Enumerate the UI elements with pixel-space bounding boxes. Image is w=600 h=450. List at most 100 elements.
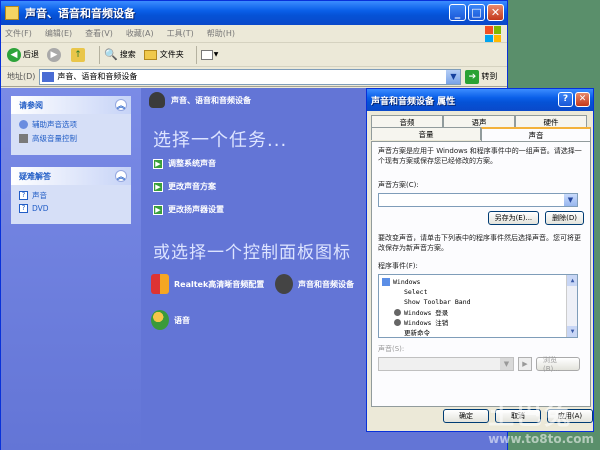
up-folder-icon: ↑ xyxy=(71,47,85,62)
speaker-icon xyxy=(275,274,293,294)
list-item[interactable]: Windows 注销 xyxy=(382,317,574,327)
back-arrow-icon: ◀ xyxy=(7,47,21,62)
dialog-titlebar[interactable]: 声音和音频设备 属性 ? ✕ xyxy=(367,89,593,111)
chevron-down-icon[interactable]: ▼ xyxy=(500,358,513,370)
tab-sounds[interactable]: 声音 xyxy=(481,127,591,141)
scheme-description: 声音方案是应用于 Windows 和程序事件中的一组声音。请选择一个现有方案或保… xyxy=(378,147,582,165)
cp-icon-sound-devices[interactable]: 声音和音频设备 xyxy=(275,274,354,294)
link-label: 辅助声音选项 xyxy=(32,120,77,129)
watermark-line1: 土巴兔 xyxy=(488,401,573,431)
list-scrollbar[interactable]: ▲ ▼ xyxy=(566,275,577,337)
address-dropdown-icon[interactable]: ▼ xyxy=(446,69,461,84)
close-button[interactable]: ✕ xyxy=(487,4,504,21)
maximize-button[interactable]: □ xyxy=(468,4,485,21)
list-item[interactable]: Show Toolbar Band xyxy=(382,297,574,307)
help-button[interactable]: ? xyxy=(558,92,573,107)
sidebar-link-dvd-help[interactable]: ? DVD xyxy=(19,204,123,213)
task-change-sound-scheme[interactable]: ▶ 更改声音方案 xyxy=(153,181,216,192)
go-arrow-icon: ➔ xyxy=(465,69,480,84)
volume-icon xyxy=(19,134,28,143)
folders-label: 文件夹 xyxy=(159,50,184,59)
dialog-close-button[interactable]: ✕ xyxy=(575,92,590,107)
cp-icon-realtek[interactable]: Realtek高清晰音频配置 xyxy=(151,274,264,294)
up-folder-button[interactable]: ↑ xyxy=(71,47,87,62)
scroll-down-icon[interactable]: ▼ xyxy=(567,326,577,337)
windows-icon xyxy=(382,278,390,286)
control-panel-icon xyxy=(42,71,55,82)
back-button[interactable]: ◀ 后退 xyxy=(7,47,39,62)
see-also-header[interactable]: 请参阅 ︽ xyxy=(11,96,131,114)
cp-icon-label: 声音和音频设备 xyxy=(298,279,354,289)
task-adjust-system-sound[interactable]: ▶ 调整系统声音 xyxy=(153,158,216,169)
chevron-down-icon[interactable]: ▼ xyxy=(564,194,577,206)
scroll-up-icon[interactable]: ▲ xyxy=(567,275,577,286)
tab-row-front: 音量 声音 xyxy=(371,127,591,141)
menu-edit[interactable]: 编辑(E) xyxy=(45,28,72,39)
address-input[interactable]: 声音、语音和音频设备 ▼ xyxy=(39,68,462,85)
speaker-icon xyxy=(149,92,165,108)
sound-scheme-select[interactable]: ▼ xyxy=(378,193,578,207)
search-button[interactable]: 🔍 搜索 xyxy=(104,48,136,61)
task-pane: 请参阅 ︽ 辅助声音选项 高级音量控制 疑难解答 ︽ ? 声音 ? DVD xyxy=(1,88,141,450)
see-also-panel: 请参阅 ︽ 辅助声音选项 高级音量控制 xyxy=(11,96,131,155)
troubleshoot-header[interactable]: 疑难解答 ︽ xyxy=(11,167,131,185)
browse-button[interactable]: 浏览(B)... xyxy=(536,356,580,373)
task-arrow-icon: ▶ xyxy=(153,181,163,192)
category-title: 声音、语音和音频设备 xyxy=(171,95,251,105)
toolbar: ◀ 后退 ▶ ↑ 🔍 搜索 文件夹 ▼ xyxy=(1,43,507,67)
sidebar-link-advanced-volume[interactable]: 高级音量控制 xyxy=(19,133,123,144)
list-item[interactable]: Select xyxy=(382,287,574,297)
cp-icon-speech[interactable]: 语音 xyxy=(151,310,190,330)
list-item[interactable]: Windows 登录 xyxy=(382,307,574,317)
menu-tools[interactable]: 工具(T) xyxy=(167,28,194,39)
menu-favorites[interactable]: 收藏(A) xyxy=(126,28,154,39)
minimize-button[interactable]: _ xyxy=(449,4,466,21)
address-bar: 地址(D) 声音、语音和音频设备 ▼ ➔ 转到 xyxy=(1,67,507,87)
save-as-button[interactable]: 另存为(E)... xyxy=(487,211,540,225)
event-label: 更新命令 xyxy=(404,329,430,337)
go-button[interactable]: ➔ 转到 xyxy=(465,69,498,84)
menu-bar: 文件(F) 编辑(E) 查看(V) 收藏(A) 工具(T) 帮助(H) xyxy=(1,25,507,43)
sidebar-link-accessibility-sound[interactable]: 辅助声音选项 xyxy=(19,119,123,130)
toolbar-divider xyxy=(99,45,100,64)
sidebar-link-sound-help[interactable]: ? 声音 xyxy=(19,190,123,201)
link-label: DVD xyxy=(32,204,49,213)
window-titlebar[interactable]: 声音、语音和音频设备 _ □ ✕ xyxy=(1,1,507,25)
folders-button[interactable]: 文件夹 xyxy=(143,49,184,60)
task-change-speaker-settings[interactable]: ▶ 更改扬声器设置 xyxy=(153,204,224,215)
collapse-chevron-icon[interactable]: ︽ xyxy=(115,170,127,182)
list-item[interactable]: Windows xyxy=(382,277,574,287)
scheme-label: 声音方案(C): xyxy=(378,181,419,189)
program-events-list[interactable]: Windows Select Show Toolbar Band Windows… xyxy=(378,274,578,338)
menu-view[interactable]: 查看(V) xyxy=(85,28,113,39)
window-title: 声音、语音和音频设备 xyxy=(25,7,135,20)
sound-file-select[interactable]: ▼ xyxy=(378,357,514,371)
event-label: Select xyxy=(404,288,428,296)
task-label: 调整系统声音 xyxy=(168,159,216,168)
go-label: 转到 xyxy=(481,72,498,81)
collapse-chevron-icon[interactable]: ︽ xyxy=(115,99,127,111)
sound-properties-dialog: 声音和音频设备 属性 ? ✕ 音频 语声 硬件 音量 声音 声音方案是应用于 W… xyxy=(366,88,594,432)
link-label: 高级音量控制 xyxy=(32,134,77,143)
category-header: 声音、语音和音频设备 xyxy=(149,92,251,108)
play-button[interactable]: ▶ xyxy=(518,357,532,371)
views-button[interactable]: ▼ xyxy=(200,49,218,60)
windows-logo-icon xyxy=(485,26,501,42)
events-label: 程序事件(F): xyxy=(378,262,418,270)
watermark-line2: www.to8to.com xyxy=(488,432,594,446)
delete-button[interactable]: 删除(D) xyxy=(545,211,584,225)
forward-button[interactable]: ▶ xyxy=(47,47,63,62)
accessibility-icon xyxy=(19,120,28,129)
tab-volume[interactable]: 音量 xyxy=(371,127,481,140)
menu-help[interactable]: 帮助(H) xyxy=(207,28,235,39)
event-label: Windows 注销 xyxy=(404,319,449,327)
speaker-icon xyxy=(394,318,401,326)
speaker-icon xyxy=(394,308,401,316)
see-also-title: 请参阅 xyxy=(19,100,43,110)
ok-button[interactable]: 确定 xyxy=(443,409,489,423)
task-label: 更改声音方案 xyxy=(168,182,216,191)
speech-icon xyxy=(151,310,169,330)
list-item[interactable]: 更新命令 xyxy=(382,327,574,337)
menu-file[interactable]: 文件(F) xyxy=(5,28,32,39)
dialog-title: 声音和音频设备 属性 xyxy=(371,96,456,107)
